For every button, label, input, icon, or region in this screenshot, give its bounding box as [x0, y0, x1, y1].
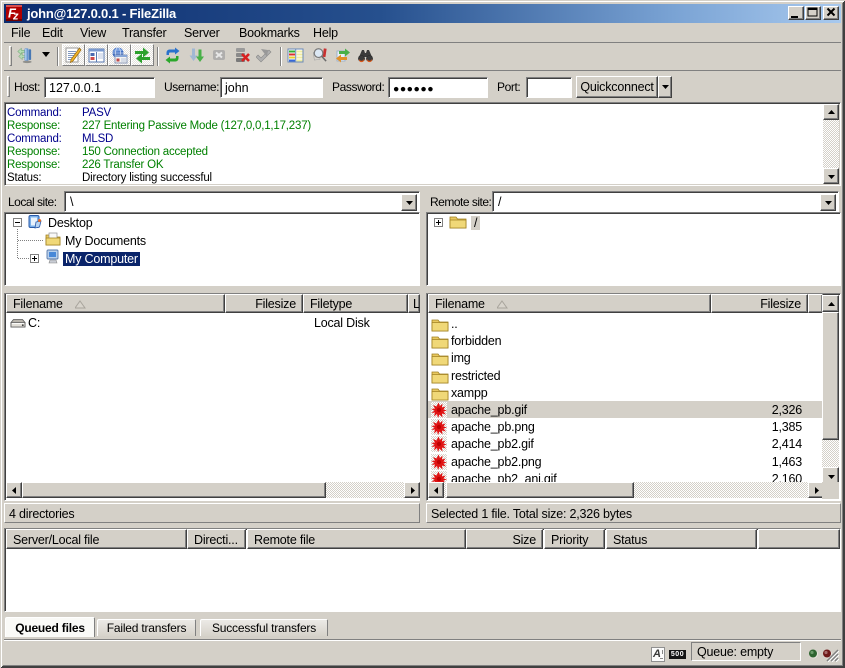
svg-text:z: z: [12, 11, 19, 22]
